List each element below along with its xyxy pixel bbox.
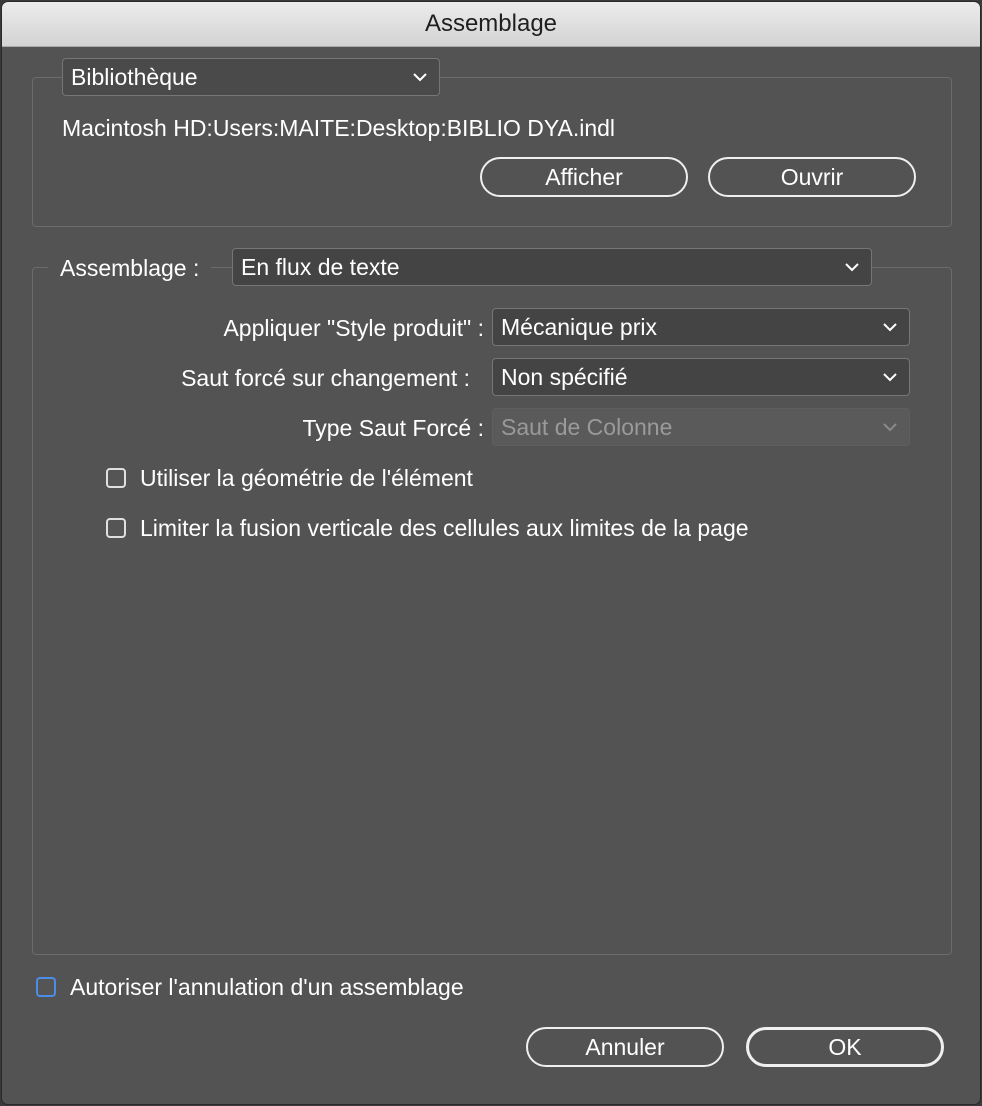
library-selector-value: Bibliothèque xyxy=(71,63,198,90)
break-type-label: Type Saut Forcé : xyxy=(302,415,484,441)
assemblage-mode-select[interactable]: En flux de texte xyxy=(232,248,872,286)
assemblage-dialog: Assemblage Bibliothèque Macintosh HD:Use… xyxy=(2,2,980,1104)
chevron-down-icon xyxy=(413,73,427,82)
window-title: Assemblage xyxy=(424,10,558,37)
use-geometry-checkbox[interactable] xyxy=(106,468,126,488)
break-select[interactable]: Non spécifié xyxy=(492,358,910,396)
assemblage-label: Assemblage : xyxy=(48,255,212,282)
chevron-down-icon xyxy=(845,263,859,272)
apply-style-label: Appliquer "Style produit" : xyxy=(223,315,484,341)
limit-merge-checkbox[interactable] xyxy=(106,518,126,538)
chevron-down-icon xyxy=(883,373,897,382)
library-group xyxy=(32,77,952,227)
cancel-button[interactable]: Annuler xyxy=(526,1027,724,1067)
chevron-down-icon xyxy=(883,323,897,332)
limit-merge-label[interactable]: Limiter la fusion verticale des cellules… xyxy=(140,515,749,542)
apply-style-select[interactable]: Mécanique prix xyxy=(492,308,910,346)
allow-undo-label[interactable]: Autoriser l'annulation d'un assemblage xyxy=(70,974,464,1001)
show-button[interactable]: Afficher xyxy=(480,157,688,197)
break-value: Non spécifié xyxy=(501,363,628,390)
break-type-select: Saut de Colonne xyxy=(492,408,910,446)
break-type-value: Saut de Colonne xyxy=(501,413,673,440)
ok-button[interactable]: OK xyxy=(746,1027,944,1067)
allow-undo-checkbox[interactable] xyxy=(36,977,56,997)
assemblage-mode-value: En flux de texte xyxy=(241,253,400,280)
apply-style-value: Mécanique prix xyxy=(501,313,657,340)
chevron-down-icon xyxy=(883,423,897,432)
library-selector[interactable]: Bibliothèque xyxy=(62,58,440,96)
title-bar[interactable]: Assemblage xyxy=(2,2,980,47)
break-label: Saut forcé sur changement : xyxy=(181,365,470,391)
library-path: Macintosh HD:Users:MAITE:Desktop:BIBLIO … xyxy=(62,115,616,141)
open-button[interactable]: Ouvrir xyxy=(708,157,916,197)
use-geometry-label[interactable]: Utiliser la géométrie de l'élément xyxy=(140,465,473,492)
